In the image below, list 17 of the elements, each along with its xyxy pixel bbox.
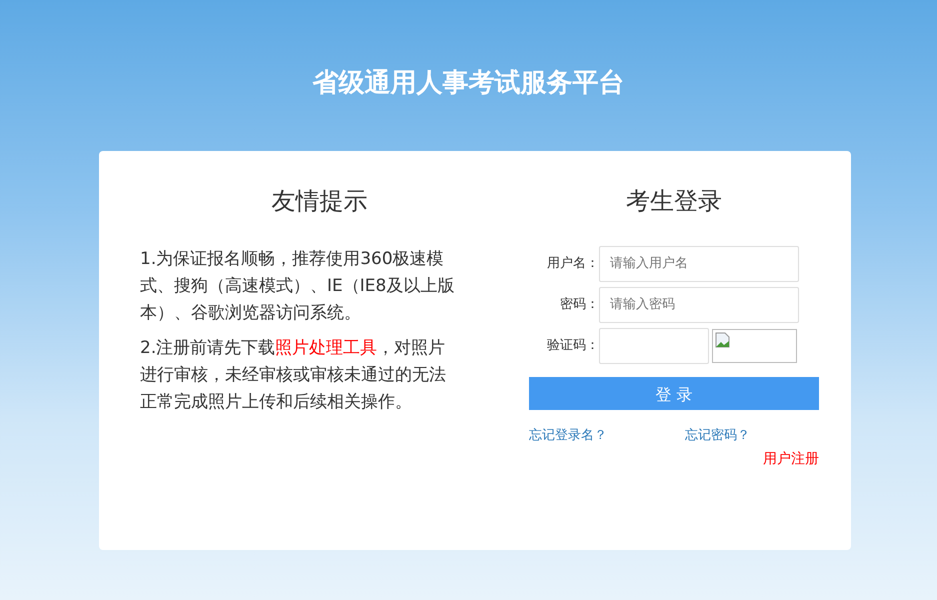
field-label: 用户名：	[546, 255, 599, 274]
page-title: 省级通用人事考试服务平台	[312, 67, 626, 100]
help-link[interactable]: 忘记登录名？	[529, 426, 685, 446]
field-label: 密码：	[559, 296, 599, 314]
login-button[interactable]: 登 录	[529, 376, 819, 410]
notice-paragraph: 2.注册前请先下载照片处理工具，对照片进行审核，未经审核或审核未通过的无法正常完成照片上传和后续相关操作。	[140, 336, 447, 414]
download-link[interactable]: 照片处理工具	[275, 338, 378, 358]
register-link[interactable]: 用户注册	[763, 449, 819, 470]
username-field[interactable]: 请输入用户名	[599, 246, 799, 282]
help-link[interactable]: 忘记密码？	[685, 426, 750, 446]
notice-paragraph: 1.为保证报名顺畅，推荐使用360极速模式、搜狗（高速模式）、IE（IE8及以上版本）、谷歌浏览器访问系统。	[140, 248, 456, 325]
captcha-field[interactable]	[599, 328, 709, 364]
notice-title: 友情提示	[270, 187, 368, 216]
password-field[interactable]: 请输入密码	[599, 286, 799, 323]
field-label: 验证码：	[546, 337, 599, 356]
broken-image-icon	[715, 332, 731, 348]
login-title: 考生登录	[625, 187, 723, 216]
